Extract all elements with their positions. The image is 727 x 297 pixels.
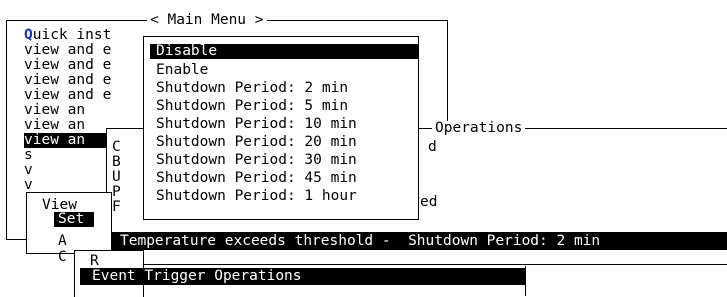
ops-item-letter[interactable]: B <box>112 155 121 170</box>
operations-title: Operations <box>432 121 526 136</box>
view-submenu-item-selected[interactable]: Set <box>54 212 94 227</box>
shutdown-option[interactable]: Shutdown Period: 2 min <box>156 81 348 96</box>
main-menu-item-selected[interactable]: view an <box>24 133 106 148</box>
ops-item-letter[interactable]: C <box>112 140 121 155</box>
shutdown-option[interactable]: Shutdown Period: 20 min <box>156 135 357 150</box>
hotkey-letter: Q <box>24 27 33 43</box>
ops-item-letter[interactable]: P <box>112 185 121 200</box>
ops-item-fragment: d <box>428 139 437 155</box>
main-menu-item[interactable]: view an <box>24 103 85 118</box>
ops-item-fragment: ed <box>420 194 438 210</box>
main-menu-item[interactable]: s <box>24 148 33 163</box>
main-menu-item[interactable]: view and e <box>24 73 111 88</box>
main-menu-item[interactable]: view and e <box>24 58 111 73</box>
view-submenu-item[interactable]: C <box>58 250 67 265</box>
shutdown-option[interactable]: Shutdown Period: 30 min <box>156 153 357 168</box>
temperature-threshold-bar[interactable]: Temperature exceeds threshold - Shutdown… <box>112 232 727 250</box>
ops-item-letter[interactable]: U <box>112 170 121 185</box>
main-menu-title: < Main Menu > <box>147 13 267 28</box>
r-window-label[interactable]: R <box>90 254 99 269</box>
view-submenu-item[interactable]: A <box>58 234 67 249</box>
shutdown-option[interactable]: Enable <box>156 63 208 78</box>
event-trigger-operations-bar[interactable]: Event Trigger Operations <box>80 268 525 285</box>
main-menu-item[interactable]: view and e <box>24 43 111 58</box>
main-menu-item[interactable]: view an <box>24 118 85 133</box>
event-trigger-bar-edge <box>525 266 526 296</box>
shutdown-option-selected[interactable]: Disable <box>150 44 418 59</box>
menu-item-label: uick inst <box>32 27 112 43</box>
main-menu-item[interactable]: v <box>24 163 33 178</box>
shutdown-option[interactable]: Shutdown Period: 1 hour <box>156 189 357 204</box>
shutdown-option[interactable]: Shutdown Period: 10 min <box>156 117 357 132</box>
shutdown-option[interactable]: Shutdown Period: 5 min <box>156 99 348 114</box>
ops-item-letter[interactable]: F <box>112 200 121 215</box>
main-menu-item[interactable]: view and e <box>24 88 111 103</box>
main-menu-item[interactable]: v <box>24 178 33 193</box>
main-menu-item-quick-install[interactable]: Quick inst <box>24 28 111 43</box>
shutdown-option[interactable]: Shutdown Period: 45 min <box>156 171 357 186</box>
